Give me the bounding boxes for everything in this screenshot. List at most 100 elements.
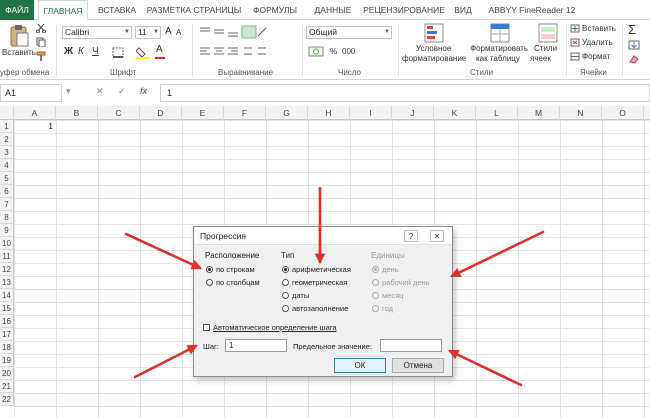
column-header[interactable]: H (308, 106, 350, 120)
row-header[interactable]: 3 (0, 146, 14, 159)
column-header[interactable]: K (434, 106, 476, 120)
help-button[interactable]: ? (404, 230, 418, 242)
row-header[interactable]: 16 (0, 315, 14, 328)
row-header[interactable]: 12 (0, 263, 14, 276)
column-header[interactable]: D (140, 106, 182, 120)
cell-styles-label-1[interactable]: Стили (534, 44, 557, 53)
radio-month[interactable]: месяц (372, 291, 403, 300)
row-header[interactable]: 10 (0, 237, 14, 250)
format-painter-icon[interactable] (36, 51, 46, 61)
tab-file[interactable]: ФАЙЛ (0, 0, 34, 20)
percent-button[interactable]: % (330, 47, 337, 56)
row-header[interactable]: 21 (0, 380, 14, 393)
row-header[interactable]: 19 (0, 354, 14, 367)
enter-icon[interactable]: ✓ (118, 86, 126, 97)
decrease-font-icon[interactable]: A (176, 28, 181, 37)
paste-icon[interactable] (8, 24, 30, 48)
formula-input[interactable]: 1 (160, 84, 650, 102)
clear-icon[interactable] (628, 54, 640, 64)
italic-button[interactable]: К (78, 46, 84, 57)
close-button[interactable]: ✕ (430, 230, 444, 242)
column-header[interactable]: L (476, 106, 518, 120)
underline-button[interactable]: Ч (92, 46, 99, 57)
autosum-icon[interactable]: Σ (628, 22, 636, 37)
cell-a1[interactable]: 1 (14, 120, 56, 133)
tab-review[interactable]: РЕЦЕНЗИРОВАНИЕ (360, 0, 448, 20)
increase-font-icon[interactable]: A (165, 26, 172, 37)
format-as-table-icon[interactable] (490, 23, 510, 43)
insert-function-icon[interactable]: fx (140, 86, 147, 96)
radio-arithmetic[interactable]: арифметическая (282, 265, 351, 274)
ok-button[interactable]: ОК (334, 358, 386, 373)
row-header[interactable]: 8 (0, 211, 14, 224)
tab-insert[interactable]: ВСТАВКА (92, 0, 142, 20)
thousands-button[interactable]: 000 (342, 47, 355, 56)
tab-home[interactable]: ГЛАВНАЯ (38, 0, 88, 20)
insert-cells-button[interactable]: Вставить (582, 24, 616, 33)
column-header[interactable]: I (350, 106, 392, 120)
font-color-icon[interactable]: A (156, 44, 163, 55)
row-header[interactable]: 17 (0, 328, 14, 341)
radio-by-columns[interactable]: по столбцам (206, 278, 260, 287)
name-box-dropdown-icon[interactable]: ▾ (66, 86, 71, 97)
insert-cells-icon[interactable] (570, 24, 580, 33)
tab-data[interactable]: ДАННЫЕ (308, 0, 358, 20)
column-header[interactable]: J (392, 106, 434, 120)
horizontal-align-icons[interactable] (198, 45, 278, 59)
row-header[interactable]: 18 (0, 341, 14, 354)
row-header[interactable]: 15 (0, 302, 14, 315)
conditional-formatting-icon[interactable] (424, 23, 444, 43)
row-header[interactable]: 13 (0, 276, 14, 289)
step-input[interactable]: 1 (225, 339, 287, 352)
radio-geometric[interactable]: геометрическая (282, 278, 347, 287)
borders-icon[interactable] (112, 47, 124, 58)
radio-workday[interactable]: рабочий день (372, 278, 430, 287)
copy-icon[interactable] (36, 37, 46, 47)
column-header[interactable]: F (224, 106, 266, 120)
name-box[interactable]: A1 (0, 84, 62, 102)
font-size-combo[interactable]: 11 ▼ (135, 26, 161, 39)
row-header[interactable]: 14 (0, 289, 14, 302)
paste-button[interactable]: Вставить (2, 48, 36, 57)
conditional-formatting-label-1[interactable]: Условное (416, 44, 451, 53)
fill-color-icon[interactable] (136, 46, 150, 59)
row-header[interactable]: 5 (0, 172, 14, 185)
row-header[interactable]: 20 (0, 367, 14, 380)
vertical-align-icons[interactable] (198, 25, 268, 39)
column-header[interactable]: B (56, 106, 98, 120)
cut-icon[interactable] (36, 23, 46, 33)
column-header[interactable]: G (266, 106, 308, 120)
currency-icon[interactable] (308, 45, 326, 59)
delete-cells-icon[interactable] (570, 38, 580, 47)
column-header[interactable]: M (518, 106, 560, 120)
row-header[interactable]: 22 (0, 393, 14, 406)
number-format-combo[interactable]: Общий ▼ (306, 26, 392, 39)
limit-input[interactable] (380, 339, 442, 352)
row-header[interactable]: 11 (0, 250, 14, 263)
column-header[interactable]: E (182, 106, 224, 120)
radio-by-rows[interactable]: по строкам (206, 265, 255, 274)
column-header[interactable]: O (602, 106, 644, 120)
cancel-button[interactable]: Отмена (392, 358, 444, 373)
bold-button[interactable]: Ж (64, 46, 73, 57)
radio-day[interactable]: день (372, 265, 399, 274)
row-header[interactable]: 9 (0, 224, 14, 237)
format-cells-icon[interactable] (570, 52, 580, 61)
font-name-combo[interactable]: Calibri ▼ (62, 26, 132, 39)
cancel-icon[interactable]: ✕ (96, 86, 104, 97)
column-header[interactable]: C (98, 106, 140, 120)
row-header[interactable]: 4 (0, 159, 14, 172)
cell-styles-label-2[interactable]: ячеек (530, 54, 551, 63)
format-as-table-label-1[interactable]: Форматировать (470, 44, 528, 53)
select-all-corner[interactable] (0, 106, 14, 120)
row-header[interactable]: 6 (0, 185, 14, 198)
radio-year[interactable]: год (372, 304, 393, 313)
tab-formulas[interactable]: ФОРМУЛЫ (248, 0, 302, 20)
cell-styles-icon[interactable] (538, 23, 558, 43)
fill-down-icon[interactable] (628, 40, 640, 50)
delete-cells-button[interactable]: Удалить (582, 38, 613, 47)
tab-abbyy[interactable]: ABBYY FineReader 12 (482, 0, 582, 20)
column-header[interactable]: N (560, 106, 602, 120)
tab-view[interactable]: ВИД (450, 0, 476, 20)
conditional-formatting-label-2[interactable]: форматирование (402, 54, 466, 63)
